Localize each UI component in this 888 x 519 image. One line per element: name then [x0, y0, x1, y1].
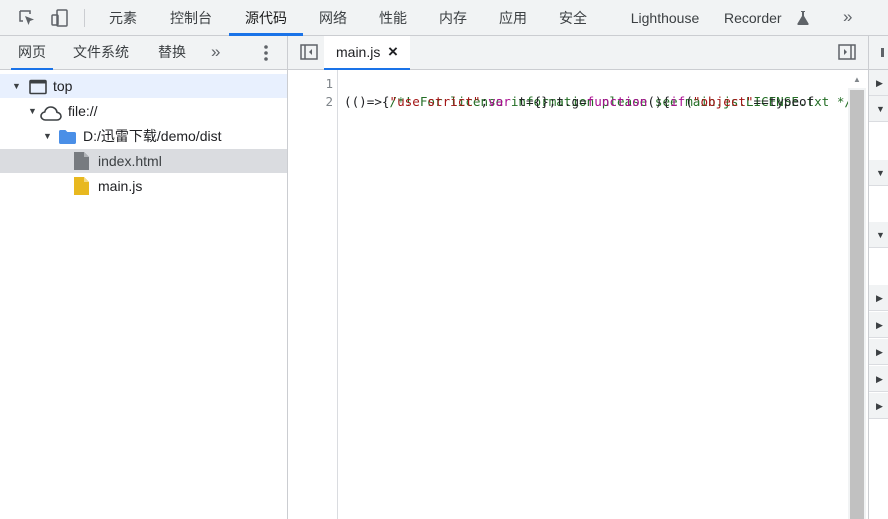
tab-console[interactable]: 控制台 [160, 0, 222, 35]
tab-elements[interactable]: 元素 [96, 0, 150, 35]
device-toolbar-icon[interactable] [50, 8, 70, 28]
expand-arrow-icon[interactable]: ▼ [876, 222, 885, 248]
code-content[interactable]: /*! For license information please see m… [344, 70, 848, 519]
js-file-icon [74, 177, 89, 202]
tab-page[interactable]: 网页 [11, 36, 53, 70]
tree-item-label: main.js [98, 178, 143, 194]
debugger-toolbar [869, 36, 888, 70]
debugger-section[interactable]: ▶ [869, 70, 888, 96]
expand-arrow-icon[interactable]: ▼ [28, 99, 37, 123]
tree-item-top[interactable]: ▼ top [0, 74, 287, 98]
navigator-tabbar: 网页 文件系统 替换 » [0, 36, 287, 70]
tab-network[interactable]: 网络 [306, 0, 360, 35]
line-number[interactable]: 2 [325, 93, 333, 111]
open-file-tab-label: main.js [336, 44, 381, 60]
code-string: "object" [692, 94, 754, 109]
code-token: t={};t.g= [510, 94, 587, 109]
debugger-section[interactable]: ▶ [869, 393, 888, 419]
code-token: (){ [647, 94, 671, 109]
editor-tabbar: main.js × [288, 36, 868, 70]
inspect-element-icon[interactable] [17, 8, 37, 28]
tab-recorder[interactable]: Recorder [724, 0, 794, 35]
tab-recorder-label: Recorder [724, 10, 782, 26]
toolbar-separator [84, 9, 85, 27]
more-tabs-icon[interactable]: » [843, 0, 852, 35]
tab-overrides[interactable]: 替换 [158, 36, 186, 69]
code-editor-pane: main.js × 1 2 /*! For license informatio… [288, 36, 868, 519]
tab-security[interactable]: 安全 [546, 0, 600, 35]
line-number-gutter[interactable]: 1 2 [288, 70, 338, 519]
collapse-arrow-icon[interactable]: ▶ [876, 366, 883, 392]
debugger-toggle-icon[interactable] [838, 44, 856, 65]
code-line-1[interactable]: /*! For license information please see m… [344, 75, 849, 109]
collapse-arrow-icon[interactable]: ▶ [876, 339, 883, 365]
debugger-section[interactable]: ▶ [869, 339, 888, 365]
expand-arrow-icon[interactable]: ▼ [12, 74, 21, 98]
devtools-main-toolbar: 元素 控制台 源代码 网络 性能 内存 应用 安全 Lighthouse Rec… [0, 0, 888, 36]
debugger-section[interactable]: ▶ [869, 312, 888, 338]
collapse-arrow-icon[interactable]: ▶ [876, 312, 883, 338]
collapse-arrow-icon[interactable]: ▶ [876, 285, 883, 311]
expand-arrow-icon[interactable]: ▼ [876, 160, 885, 186]
tree-item-origin[interactable]: ▼ file:// [0, 99, 287, 123]
code-keyword: function [586, 94, 648, 109]
open-file-tab[interactable]: main.js × [324, 36, 410, 70]
code-token: ==typeof [753, 94, 815, 109]
tree-item-main-js[interactable]: main.js [0, 174, 287, 198]
debugger-section[interactable]: ▼ [869, 96, 888, 122]
scrollbar-thumb[interactable] [850, 90, 864, 519]
code-keyword: if [670, 94, 686, 109]
code-keyword: var [488, 94, 511, 109]
debugger-sidebar: ▶ ▼ ▼ ▼ ▶ ▶ ▶ ▶ ▶ [868, 36, 888, 519]
collapse-arrow-icon[interactable]: ▶ [876, 70, 883, 96]
tree-item-label: D:/迅雷下载/demo/dist [83, 128, 222, 144]
code-string: "use strict" [389, 94, 481, 109]
tab-memory[interactable]: 内存 [426, 0, 480, 35]
tree-item-label: file:// [68, 103, 98, 119]
scroll-up-arrow-icon[interactable]: ▲ [848, 72, 866, 88]
code-token: ; [480, 94, 489, 109]
expand-arrow-icon[interactable]: ▼ [43, 124, 52, 148]
tree-item-folder[interactable]: ▼ D:/迅雷下载/demo/dist [0, 124, 287, 148]
close-icon[interactable]: × [388, 36, 398, 67]
tree-item-label: top [53, 78, 73, 94]
tab-application[interactable]: 应用 [486, 0, 540, 35]
tree-item-index-html[interactable]: index.html [0, 149, 287, 173]
flask-icon [797, 11, 809, 30]
tab-lighthouse[interactable]: Lighthouse [620, 0, 710, 35]
code-token: ( [685, 94, 693, 109]
pause-icon[interactable] [881, 48, 884, 57]
code-line-2[interactable]: (()=>{"use strict";var t={};t.g=function… [344, 93, 814, 111]
collapse-arrow-icon[interactable]: ▶ [876, 393, 883, 419]
debugger-section[interactable]: ▼ [869, 222, 888, 248]
debugger-section[interactable]: ▼ [869, 160, 888, 186]
debugger-section[interactable]: ▶ [869, 285, 888, 311]
debugger-section[interactable]: ▶ [869, 366, 888, 392]
tab-sources[interactable]: 源代码 [229, 0, 303, 36]
line-number[interactable]: 1 [325, 75, 333, 93]
more-navigator-tabs-icon[interactable]: » [211, 36, 220, 69]
code-token: (()=>{ [344, 94, 390, 109]
vertical-dots-icon[interactable] [262, 44, 270, 67]
expand-arrow-icon[interactable]: ▼ [876, 96, 885, 122]
tab-performance[interactable]: 性能 [366, 0, 420, 35]
tree-item-label: index.html [98, 153, 162, 169]
sources-navigator: 网页 文件系统 替换 » ▼ top ▼ file:// ▼ D:/迅雷下载/d… [0, 36, 288, 519]
sidebar-toggle-icon[interactable] [300, 44, 318, 65]
tab-filesystem[interactable]: 文件系统 [73, 36, 129, 69]
